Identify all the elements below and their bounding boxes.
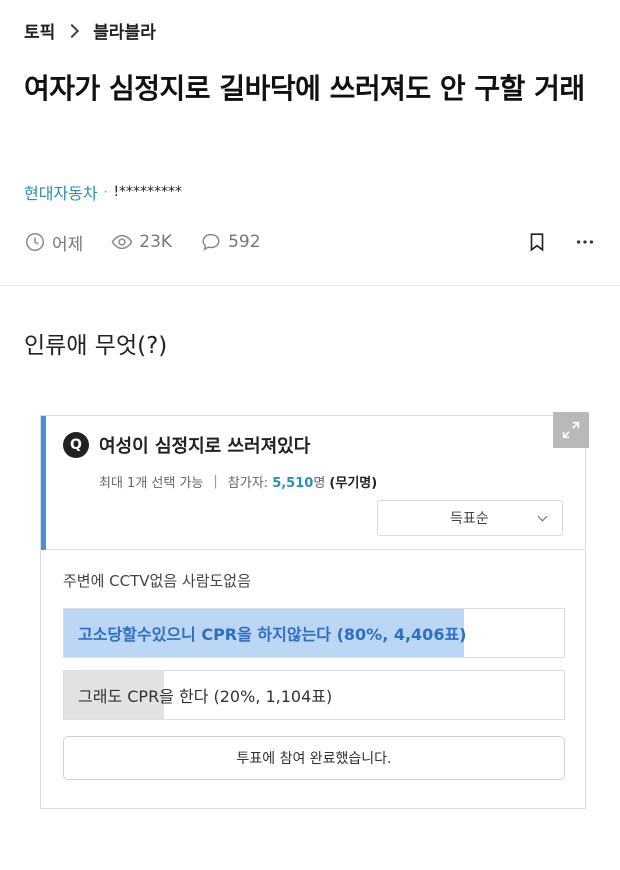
post-title: 여자가 심정지로 길바닥에 쓰러져도 안 구할 거래 — [24, 72, 585, 105]
post-meta: 어제 23K 592 — [24, 228, 596, 256]
poll-description: 주변에 CCTV없음 사람도없음 — [63, 572, 251, 590]
poll-limit: 최대 1개 선택 가능 — [99, 476, 204, 491]
divider — [0, 285, 620, 286]
comment-count[interactable]: 592 — [200, 231, 261, 253]
post-time: 어제 — [24, 230, 83, 255]
post-body: 인류애 무엇(?) — [24, 333, 168, 359]
question-badge: Q — [63, 432, 89, 458]
expand-icon — [562, 421, 580, 439]
company-link[interactable]: 현대자동차 — [24, 180, 98, 204]
poll-card: Q 여성이 심정지로 쓰러져있다 최대 1개 선택 가능 | 참가자: 5,51… — [40, 412, 589, 809]
poll-header: Q 여성이 심정지로 쓰러져있다 최대 1개 선택 가능 | 참가자: 5,51… — [41, 416, 585, 550]
poll-accent-bar — [41, 416, 46, 550]
bookmark-icon[interactable] — [526, 231, 548, 253]
separator-dot: · — [103, 185, 108, 199]
anonymous-label: (무기명) — [329, 476, 378, 491]
comments-text: 592 — [228, 232, 261, 252]
sort-label: 득표순 — [450, 511, 489, 527]
chevron-right-icon — [65, 23, 80, 38]
post-actions — [526, 231, 596, 253]
poll-info: 최대 1개 선택 가능 | 참가자: 5,510명 (무기명) — [99, 472, 377, 491]
breadcrumb-topic[interactable]: 토픽 — [24, 18, 55, 43]
participants-count: 5,510 — [272, 476, 314, 491]
author-name: !********* — [113, 184, 183, 200]
views-text: 23K — [139, 232, 173, 252]
poll-option[interactable]: 그래도 CPR을 한다 (20%, 1,104표) — [63, 670, 565, 720]
breadcrumb-board[interactable]: 블라블라 — [93, 18, 156, 43]
chevron-down-icon — [537, 511, 548, 522]
eye-icon — [111, 234, 133, 250]
breadcrumb: 토픽 블라블라 — [24, 18, 156, 43]
participants: 참가자: 5,510명 (무기명) — [228, 472, 377, 491]
more-icon[interactable] — [574, 231, 596, 253]
poll-question: 여성이 심정지로 쓰러져있다 — [99, 436, 311, 457]
vote-complete-button[interactable]: 투표에 참여 완료했습니다. — [63, 736, 565, 780]
sort-dropdown[interactable]: 득표순 — [377, 500, 563, 536]
info-separator: | — [213, 474, 218, 489]
expand-button[interactable] — [553, 412, 589, 448]
option-label: 그래도 CPR을 한다 (20%, 1,104표) — [78, 687, 333, 706]
view-count: 23K — [111, 231, 172, 253]
option-label: 고소당할수있으니 CPR을 하지않는다 (80%, 4,406표) — [78, 625, 467, 644]
comment-icon — [202, 233, 220, 251]
participants-unit: 명 — [313, 476, 326, 491]
post-page: 토픽 블라블라 여자가 심정지로 길바닥에 쓰러져도 안 구할 거래 현대자동차… — [0, 0, 620, 870]
participants-label: 참가자: — [227, 476, 269, 491]
author-line: 현대자동차 · !********* — [24, 180, 182, 204]
poll-option[interactable]: 고소당할수있으니 CPR을 하지않는다 (80%, 4,406표) — [63, 608, 565, 658]
time-text: 어제 — [52, 234, 84, 255]
clock-icon — [26, 233, 44, 251]
